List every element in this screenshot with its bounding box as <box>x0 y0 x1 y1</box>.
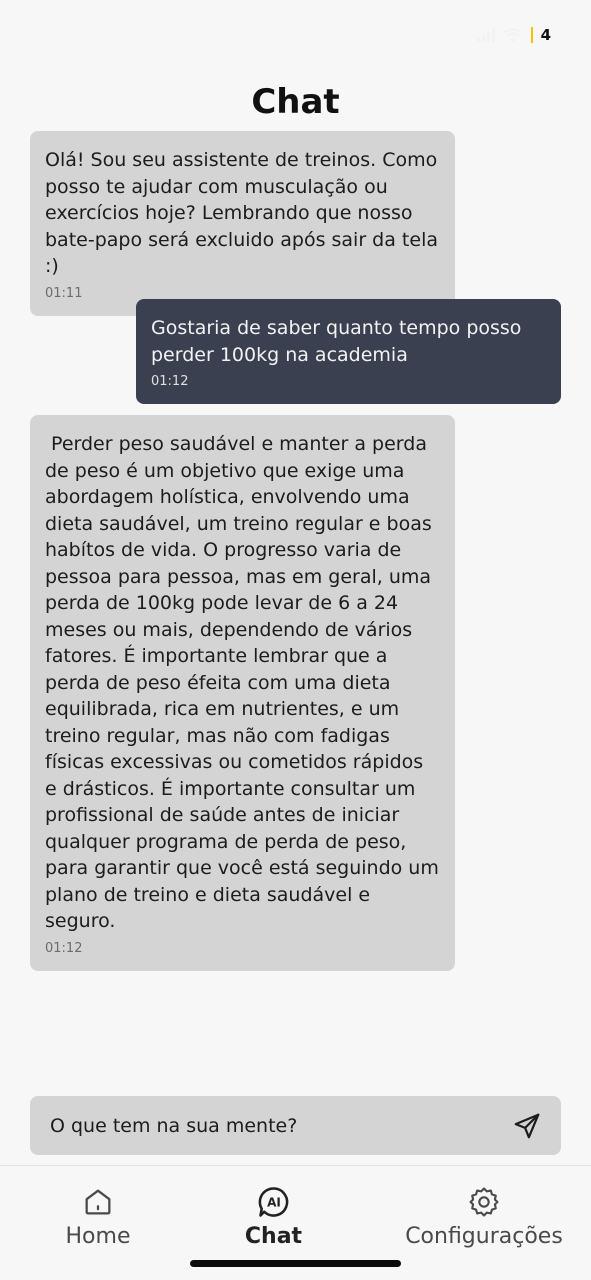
ai-chat-icon: AI <box>256 1184 292 1220</box>
message-text: Gostaria de saber quanto tempo posso per… <box>151 317 522 366</box>
nav-label-settings: Configurações <box>405 1224 563 1249</box>
send-icon <box>514 1113 540 1138</box>
message-text: Perder peso saudável e manter a perda de… <box>45 433 445 932</box>
message-input[interactable] <box>50 1114 511 1137</box>
battery-level: 4 <box>540 26 551 44</box>
user-message: Gostaria de saber quanto tempo posso per… <box>136 299 561 404</box>
nav-label-home: Home <box>65 1224 131 1249</box>
message-composer <box>30 1096 561 1155</box>
message-time: 01:12 <box>45 940 83 956</box>
nav-item-home[interactable]: Home <box>38 1166 158 1280</box>
wifi-icon <box>502 28 523 42</box>
battery-indicator <box>530 27 533 43</box>
signal-icon <box>476 28 495 42</box>
message-text: Olá! Sou seu assistente de treinos. Como… <box>45 149 438 277</box>
send-button[interactable] <box>511 1110 543 1142</box>
page-title: Chat <box>251 82 340 122</box>
home-icon <box>80 1184 116 1220</box>
status-indicators: 4 <box>476 26 551 44</box>
svg-text:AI: AI <box>267 1196 281 1210</box>
bot-message: Olá! Sou seu assistente de treinos. Como… <box>30 131 455 316</box>
status-time: 01:12 <box>46 24 110 48</box>
gear-icon <box>466 1184 502 1220</box>
message-time: 01:12 <box>151 374 189 389</box>
nav-item-settings[interactable]: Configurações <box>389 1166 579 1280</box>
home-indicator <box>190 1260 401 1267</box>
bot-message: Perder peso saudável e manter a perda de… <box>30 415 455 971</box>
status-bar: 01:12 4 <box>0 0 591 70</box>
nav-label-chat: Chat <box>244 1224 303 1249</box>
